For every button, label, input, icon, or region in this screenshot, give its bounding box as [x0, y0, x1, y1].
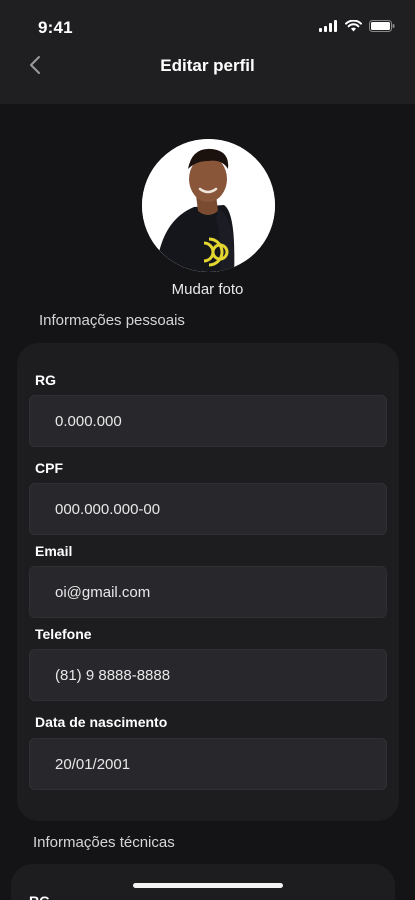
rg-field[interactable]	[29, 395, 387, 447]
cpf-label: CPF	[35, 460, 63, 476]
technical-rg-label: RG	[29, 893, 50, 900]
personal-info-title: Informações pessoais	[39, 312, 185, 329]
birthdate-field[interactable]	[29, 738, 387, 790]
cpf-field[interactable]	[29, 483, 387, 535]
profile-photo	[142, 139, 275, 272]
birthdate-label: Data de nascimento	[35, 714, 168, 730]
email-field[interactable]	[29, 566, 387, 618]
wifi-icon	[345, 20, 362, 32]
status-icons	[319, 20, 395, 32]
edit-profile-screen: 9:41 Editar perfil Mudar foto Informaçõe…	[0, 0, 415, 900]
rg-label: RG	[35, 372, 56, 388]
cellular-signal-icon	[319, 20, 337, 32]
status-time: 9:41	[38, 18, 73, 37]
technical-info-card: RG	[11, 864, 395, 900]
change-photo-link[interactable]: Mudar foto	[0, 281, 415, 298]
profile-avatar[interactable]	[142, 139, 275, 272]
page-title: Editar perfil	[160, 56, 255, 75]
battery-icon	[369, 20, 395, 32]
phone-field[interactable]	[29, 649, 387, 701]
phone-label: Telefone	[35, 626, 92, 642]
home-indicator[interactable]	[133, 883, 283, 888]
email-label: Email	[35, 543, 73, 559]
top-bar: 9:41 Editar perfil	[0, 0, 415, 104]
technical-info-title: Informações técnicas	[33, 834, 175, 851]
